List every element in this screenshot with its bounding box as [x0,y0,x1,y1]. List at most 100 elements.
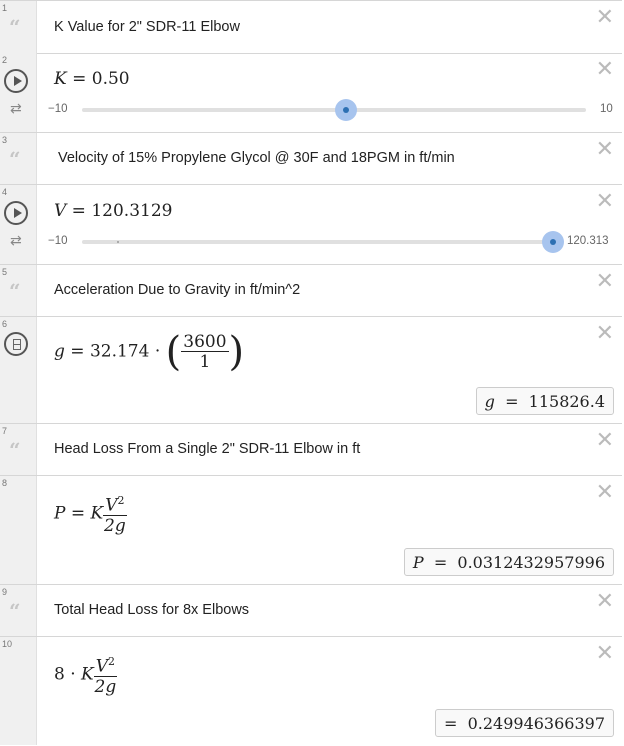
close-icon[interactable]: ✕ [596,430,614,452]
row-gutter: 3 “ [0,133,37,184]
slider-min[interactable]: −10 [48,103,68,115]
close-icon[interactable]: ✕ [596,323,614,345]
quote-icon: “ [9,438,21,462]
note-text[interactable]: Acceleration Due to Gravity in ft/min^2 [54,282,300,298]
note-text[interactable]: Velocity of 15% Propylene Glycol @ 30F a… [58,150,455,166]
loop-icon[interactable]: ⇄ [10,101,22,117]
k-variable: K [90,503,104,524]
note-row[interactable]: 3 “ Velocity of 15% Propylene Glycol @ 3… [0,133,622,185]
quote-icon: “ [9,279,21,303]
expression-row[interactable]: 8 P = K V2 2g P = 0.0312432957996 ✕ [0,476,622,585]
variable: V [54,201,67,221]
denominator-text: 2g [94,676,117,697]
loop-icon[interactable]: ⇄ [10,233,22,249]
slider-row[interactable]: 4 ⇄ V = 120.3129 −10 120.313 ✕ [0,185,622,265]
row-number: 10 [2,639,13,649]
row-gutter: 4 ⇄ [0,185,37,264]
variable: K [54,69,67,89]
table-icon[interactable] [4,332,28,356]
value: 0.50 [91,69,130,89]
quote-icon: “ [9,147,21,171]
expression[interactable]: g = 32.174 · (3600 1) [54,329,244,375]
note-text[interactable]: K Value for 2" SDR-11 Elbow [54,19,240,35]
close-icon[interactable]: ✕ [596,7,614,29]
row-gutter: 2 ⇄ [0,53,37,132]
row-gutter: 6 [0,317,37,423]
result-variable: g [484,392,495,411]
play-icon[interactable] [4,69,28,93]
expression-row[interactable]: 6 g = 32.174 · (3600 1) g = 115826.4 ✕ [0,317,622,424]
row-number: 7 [2,426,8,436]
row-number: 1 [2,3,8,13]
expression[interactable]: 8 · K V2 2g [54,653,118,697]
row-number: 5 [2,267,8,277]
row-number: 8 [2,478,8,488]
result-value: 115826.4 [528,392,605,411]
v-variable: V [95,656,109,677]
row-number: 9 [2,587,8,597]
value: 120.3129 [91,201,173,221]
evaluation-box: g = 115826.4 [475,387,614,415]
exponent: 2 [108,655,116,668]
close-icon[interactable]: ✕ [596,271,614,293]
row-number: 6 [2,319,8,329]
expression-row[interactable]: 10 8 · K V2 2g = 0.249946366397 ✕ [0,637,622,745]
expression[interactable]: K = 0.50 [54,69,130,89]
close-icon[interactable]: ✕ [596,59,614,81]
evaluation-box: = 0.249946366397 [435,709,614,737]
row-gutter: 9 “ [0,585,37,636]
row-number: 4 [2,187,8,197]
row-gutter: 10 [0,637,37,745]
row-gutter: 1 “ [0,1,37,53]
note-row[interactable]: 9 “ Total Head Loss for 8x Elbows ✕ [0,585,622,637]
slider-thumb[interactable] [335,99,357,121]
result-value: 0.0312432957996 [457,553,605,572]
slider-track[interactable] [82,240,554,244]
denominator-text: 2g [104,515,126,536]
row-gutter: 7 “ [0,424,37,475]
expression[interactable]: V = 120.3129 [54,201,172,221]
row-gutter: 5 “ [0,265,37,316]
equals: = [66,201,92,221]
slider-min[interactable]: −10 [48,235,68,247]
slider-row[interactable]: 2 ⇄ K = 0.50 −10 10 ✕ [0,53,622,133]
denominator: 2g [103,516,126,536]
close-icon[interactable]: ✕ [596,482,614,504]
slider-zero-tick [117,241,119,243]
equals: = [66,69,92,89]
numerator: 3600 [181,331,229,352]
note-row[interactable]: 5 “ Acceleration Due to Gravity in ft/mi… [0,265,622,317]
note-text[interactable]: Head Loss From a Single 2" SDR-11 Elbow … [54,441,360,457]
slider-max[interactable]: 120.313 [567,235,609,247]
note-text[interactable]: Total Head Loss for 8x Elbows [54,602,249,618]
fraction: V2 2g [93,653,118,697]
variable: P [54,503,66,524]
close-icon[interactable]: ✕ [596,643,614,665]
row-gutter: 8 [0,476,37,584]
quote-icon: “ [9,15,21,39]
k-variable: K [81,664,94,685]
close-icon[interactable]: ✕ [596,191,614,213]
row-number: 2 [2,55,8,65]
close-icon[interactable]: ✕ [596,139,614,161]
play-icon[interactable] [4,201,28,225]
v-variable: V [105,495,118,516]
fraction: V2 2g [103,492,127,536]
variable: g [54,341,65,362]
numerator: V2 [93,653,118,677]
constant: 32.174 [89,341,150,362]
note-row[interactable]: 1 “ K Value for 2" SDR-11 Elbow ✕ [0,0,622,54]
slider-track[interactable] [82,108,586,112]
close-icon[interactable]: ✕ [596,591,614,613]
exponent: 2 [117,494,125,507]
coefficient: 8 [54,664,65,685]
result-variable: P [412,553,424,572]
denominator: 2g [94,677,117,697]
note-row[interactable]: 7 “ Head Loss From a Single 2" SDR-11 El… [0,424,622,476]
evaluation-box: P = 0.0312432957996 [403,548,614,576]
slider-max[interactable]: 10 [600,103,613,115]
denominator: 1 [199,351,211,372]
slider-thumb[interactable] [542,231,564,253]
row-number: 3 [2,135,8,145]
expression[interactable]: P = K V2 2g [54,492,127,536]
